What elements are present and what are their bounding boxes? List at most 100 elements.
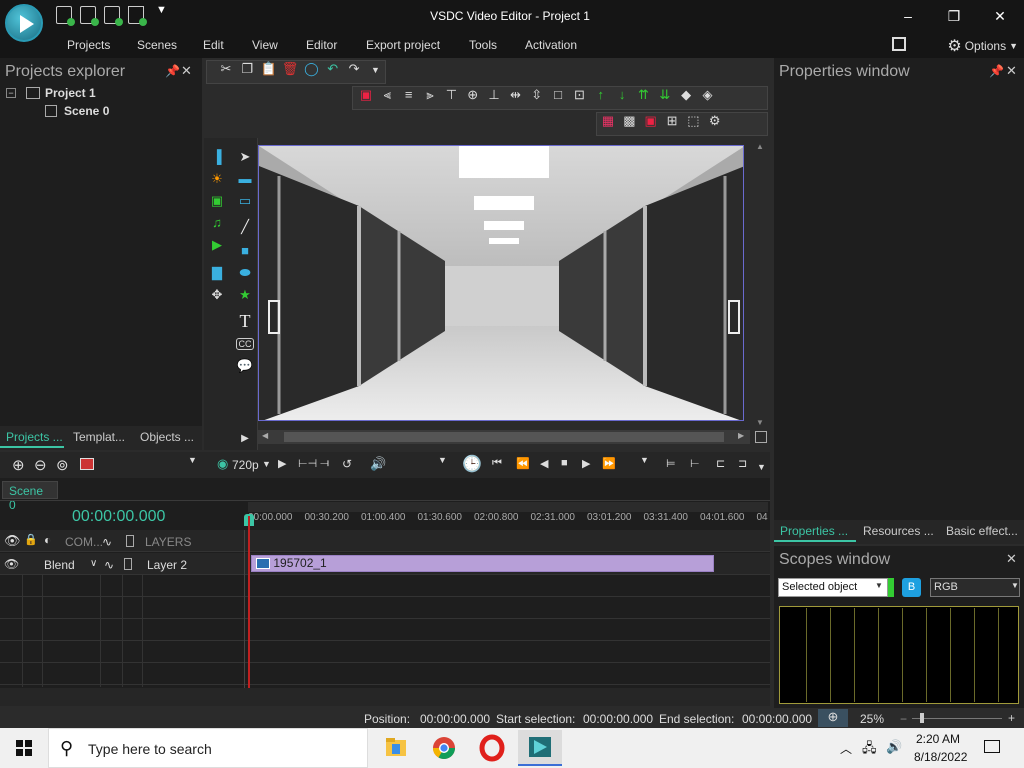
timeline-hscroll[interactable] [0,688,770,706]
filled-rect-tool-icon[interactable]: ■ [236,243,254,259]
layers-icon[interactable]: ⊚ [56,456,69,474]
minimize-button[interactable]: – [888,4,928,28]
tab-basic-effects[interactable]: Basic effect... [946,524,1018,538]
line-tool-icon[interactable]: ╱ [236,219,254,235]
chrome-icon[interactable] [422,730,466,766]
split-icon[interactable]: ⊢⊣ [298,457,317,470]
windows-start-icon[interactable] [16,740,32,756]
clock-icon[interactable]: 🕒 [462,454,482,474]
chart-tool-icon[interactable]: ▐ [208,149,226,165]
align-left-icon[interactable]: ⫷ [378,87,396,103]
layer-audio-icon[interactable]: ∿ [104,558,114,572]
layer-film-icon[interactable] [124,558,132,570]
distribute-v-icon[interactable]: ⇳ [528,87,546,103]
layer-eye-icon[interactable]: 👁 [4,557,19,571]
fast-forward-icon[interactable]: ⏩ [602,457,616,470]
pointer-tool-icon[interactable]: ➤ [236,149,254,165]
loop-icon[interactable]: ↺ [342,457,352,471]
fit-preview-icon[interactable] [755,431,767,443]
align-bottom-icon[interactable]: ⊥ [485,87,503,103]
clock-time[interactable]: 2:20 AM [916,732,960,746]
sprite-tool-icon[interactable]: ☀ [208,171,226,187]
quick-access-dropdown-icon[interactable]: ▼ [156,4,167,16]
mask-icon[interactable]: ▦ [599,113,617,129]
new-project-icon[interactable] [56,6,75,26]
redo-icon[interactable]: ↷ [345,61,363,77]
blend-dropdown-icon[interactable]: ∨ [90,558,97,569]
prev-frame-icon[interactable]: ◀ [540,457,548,470]
paste-icon[interactable]: 📋 [260,61,278,77]
close-panel-icon[interactable]: ✕ [1006,63,1017,79]
toolbar-expand-icon[interactable]: ▼ [640,455,649,465]
clock-date[interactable]: 8/18/2022 [914,750,967,764]
color-mode-select[interactable]: RGB [930,578,1020,597]
close-panel-icon[interactable]: ✕ [181,63,192,79]
tools-expand-icon[interactable]: ▶ [236,431,254,447]
redo-dropdown-icon[interactable]: ▼ [366,62,384,78]
menu-export-project[interactable]: Export project [366,38,440,52]
time-ruler[interactable]: 00:00.000 00:30.200 01:00.400 01:30.600 … [248,512,768,528]
stop-icon[interactable]: ■ [561,457,568,469]
toolbar-expand-icon[interactable]: ▼ [188,455,197,465]
bring-front-icon[interactable]: ⇈ [634,87,652,103]
scene-preview[interactable] [258,145,744,421]
volume-tray-icon[interactable]: 🔊 [886,739,902,755]
toolbar-expand-icon[interactable]: ▼ [438,455,447,465]
play-preview-icon[interactable]: ▶ [278,457,286,470]
tab-templates[interactable]: Templat... [73,430,125,444]
circle-icon[interactable]: ◯ [302,61,320,77]
tab-scene[interactable]: Scene 0 [2,481,58,512]
subtitle-tool-icon[interactable]: CC [236,338,254,350]
menu-view[interactable]: View [252,38,278,52]
marker-icon[interactable]: ⊢ [690,457,700,470]
vsdc-logo-icon[interactable] [5,4,43,42]
timeline-clip[interactable]: 195702_1 [251,555,714,572]
play-icon[interactable]: ▶ [582,457,590,470]
snap-timeline-icon[interactable]: ⊨ [666,457,676,470]
guides-icon[interactable]: ⊞ [663,113,681,129]
green-channel-icon[interactable] [888,578,894,597]
network-icon[interactable]: 🖧 [862,739,877,761]
align-center-icon[interactable]: ≡ [400,87,418,103]
menu-tools[interactable]: Tools [469,38,497,52]
audio-tool-icon[interactable]: ♫ [208,215,226,231]
scroll-up-icon[interactable]: ▲ [756,142,764,151]
selected-object-select[interactable]: Selected object [778,578,888,597]
move-down-icon[interactable]: ↓ [613,87,631,103]
undo-icon[interactable]: ↶ [324,61,342,77]
resolution-select[interactable]: 720p [232,458,259,472]
trim-icon[interactable]: ⟞ [320,457,329,470]
save-project-icon[interactable] [104,6,123,26]
close-button[interactable]: ✕ [980,4,1020,28]
zoom-fit-icon[interactable]: ⊏ [716,457,725,470]
rewind-icon[interactable]: ⏪ [516,457,530,470]
scroll-down-icon[interactable]: ▼ [756,418,764,427]
pin-icon[interactable]: 📌 [165,64,180,78]
distribute-h-icon[interactable]: ⇹ [506,87,524,103]
resolution-dropdown-icon[interactable]: ▼ [262,459,271,469]
delete-icon[interactable]: 🗑 [281,61,299,77]
menu-scenes[interactable]: Scenes [137,38,177,52]
menu-edit[interactable]: Edit [203,38,224,52]
blue-channel-icon[interactable]: B [902,578,921,597]
playhead-line[interactable] [248,516,250,688]
cut-icon[interactable]: ✂ [217,61,235,77]
chevron-down-icon[interactable]: ▼ [875,581,883,590]
move-up-icon[interactable]: ↑ [592,87,610,103]
tab-objects[interactable]: Objects ... [140,430,194,444]
restore-button[interactable]: ❐ [934,4,974,28]
ellipse-tool-icon[interactable]: ⬬ [236,265,254,281]
zoom-slider-thumb[interactable] [920,713,924,723]
rectangle-tool-icon[interactable]: ▬ [236,171,254,187]
close-scopes-icon[interactable]: ✕ [1006,551,1017,567]
timeline-scroll-track[interactable] [248,502,768,512]
export-icon[interactable] [128,6,147,26]
record-icon[interactable] [80,458,94,470]
spectrum-tool-icon[interactable]: ▇ [208,265,226,281]
eye-icon[interactable]: 👁 [4,533,21,549]
select-all-icon[interactable]: ▣ [357,87,375,103]
chevron-down-icon[interactable]: ▼ [1011,581,1019,590]
pin-icon[interactable]: 📌 [989,64,1004,78]
tab-resources[interactable]: Resources ... [863,524,934,538]
timeline-settings-icon[interactable]: ⊐ [738,457,747,470]
